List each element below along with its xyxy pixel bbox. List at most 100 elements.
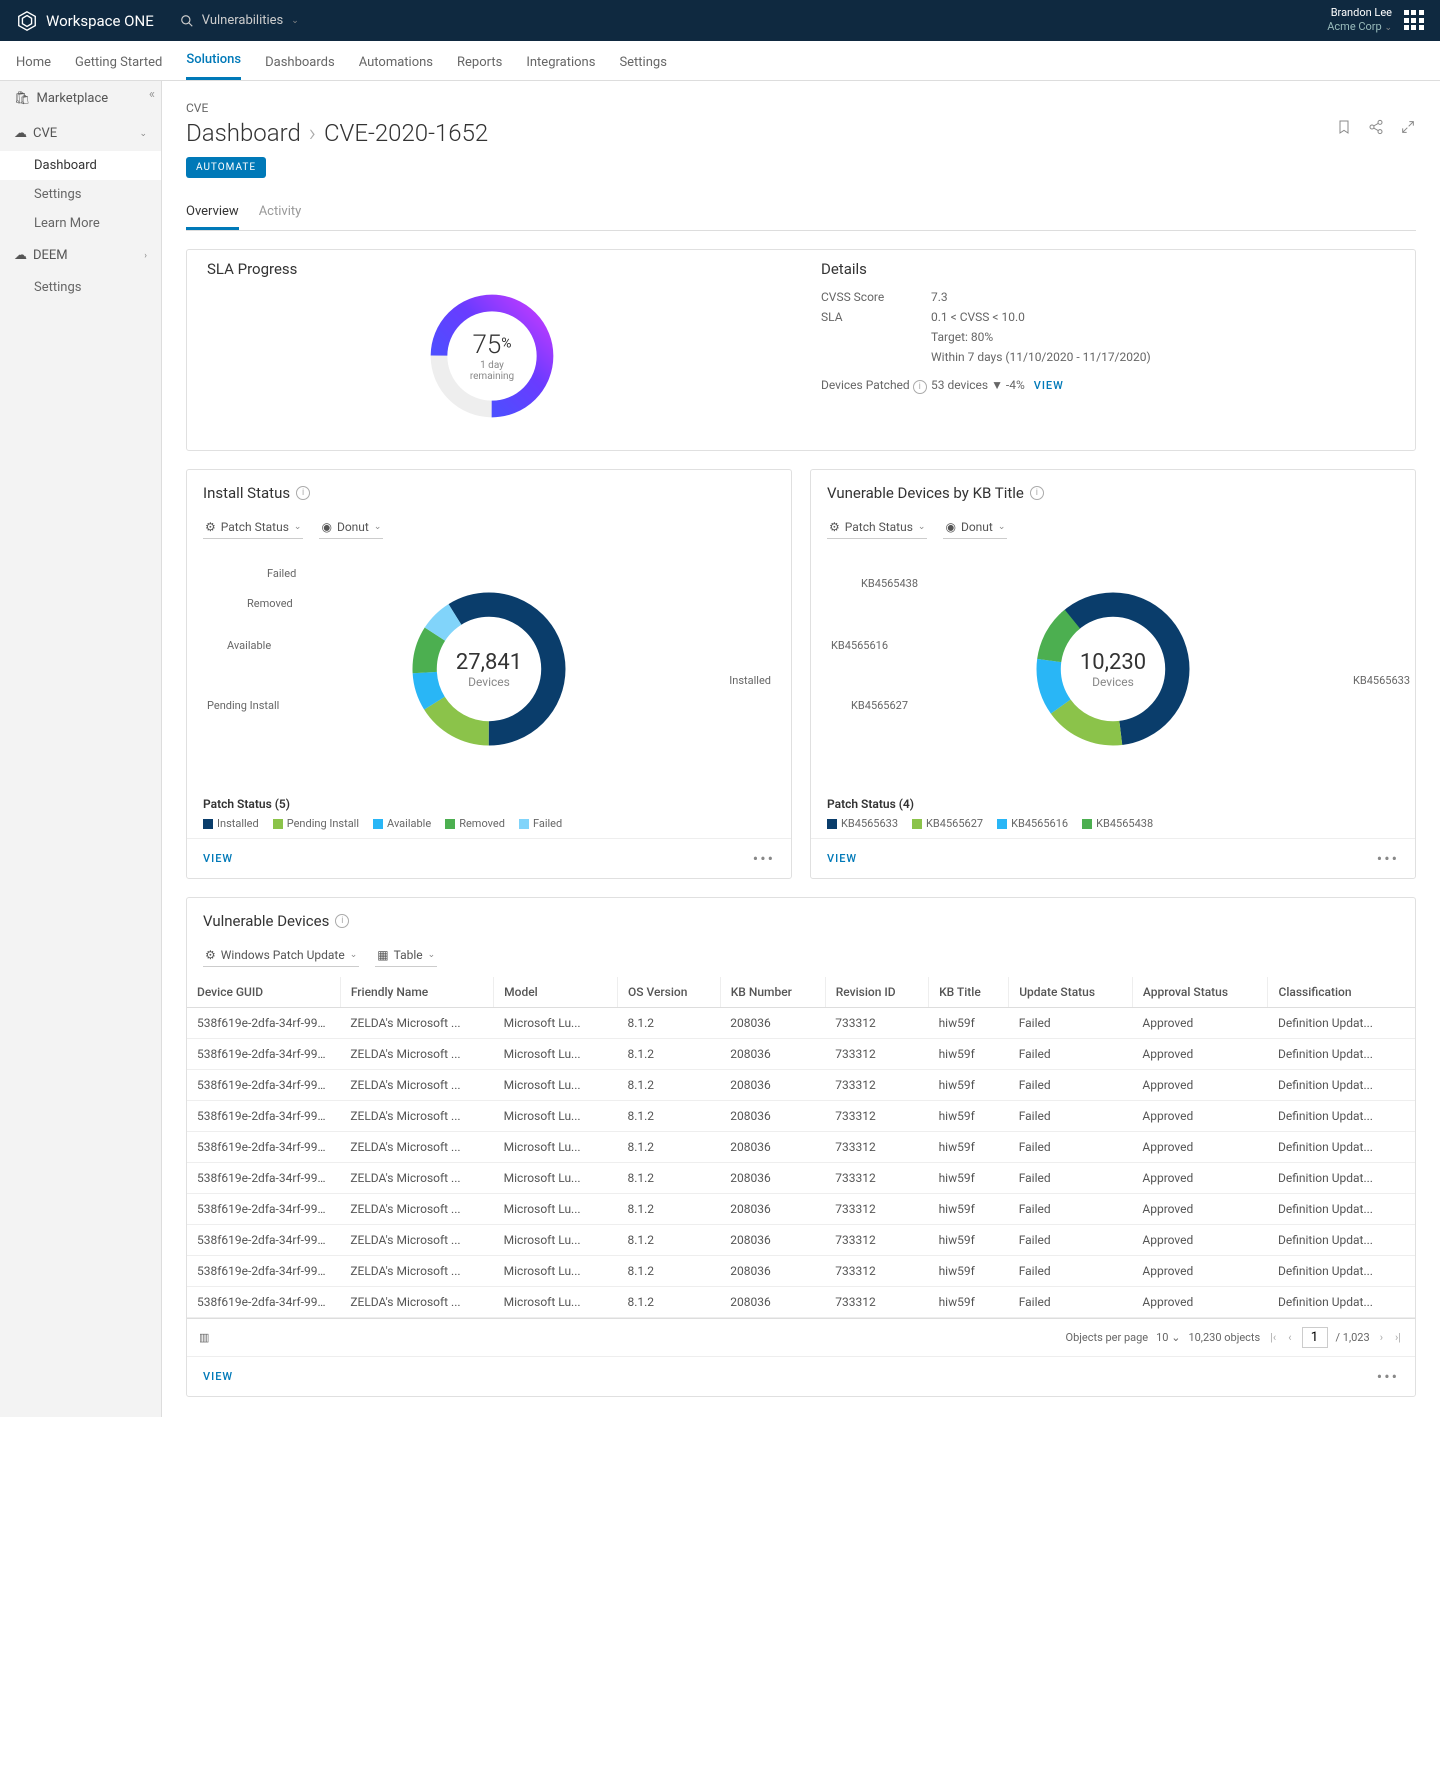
filter-patch-status[interactable]: ⚙Patch Status⌄ <box>203 516 303 539</box>
info-icon[interactable]: i <box>335 914 349 928</box>
col-header[interactable]: KB Number <box>720 977 825 1008</box>
info-icon[interactable]: i <box>1030 486 1044 500</box>
info-icon[interactable]: i <box>296 486 310 500</box>
tab-getting-started[interactable]: Getting Started <box>75 55 162 80</box>
table-cell: hiw59f <box>929 1225 1009 1256</box>
tab-reports[interactable]: Reports <box>457 55 502 80</box>
table-cell: 733312 <box>825 1163 928 1194</box>
table-cell: 8.1.2 <box>617 1194 720 1225</box>
donut-center-label: Devices <box>1080 675 1146 689</box>
table-cell: Approved <box>1132 1256 1268 1287</box>
search-dropdown[interactable]: Vulnerabilities ⌄ <box>170 9 309 32</box>
sidebar-sub-learn-more[interactable]: Learn More <box>0 209 161 238</box>
table-cell: Approved <box>1132 1194 1268 1225</box>
sidebar-item-deem[interactable]: ☁DEEM › <box>0 238 161 273</box>
view-link[interactable]: VIEW <box>203 1370 233 1383</box>
automate-button[interactable]: AUTOMATE <box>186 157 266 178</box>
table-cell: Definition Updat... <box>1268 1194 1415 1225</box>
vuln-kb-panel: Vunerable Devices by KB Title i ⚙Patch S… <box>810 469 1416 879</box>
sidebar-item-marketplace[interactable]: 🛍Marketplace <box>0 81 161 116</box>
table-row[interactable]: 538f619e-2dfa-34rf-993c-22...ZELDA's Mic… <box>187 1163 1415 1194</box>
tab-automations[interactable]: Automations <box>359 55 433 80</box>
filter-label: Donut <box>337 520 369 534</box>
table-cell: 538f619e-2dfa-34rf-993c-22... <box>187 1287 340 1318</box>
tab-dashboards[interactable]: Dashboards <box>265 55 335 80</box>
sla-percent-unit: % <box>501 336 511 352</box>
kv-key <box>821 350 931 364</box>
table-row[interactable]: 538f619e-2dfa-34rf-993c-22...ZELDA's Mic… <box>187 1194 1415 1225</box>
table-cell: Microsoft Lu... <box>494 1070 618 1101</box>
table-row[interactable]: 538f619e-2dfa-34rf-993c-22...ZELDA's Mic… <box>187 1132 1415 1163</box>
table-row[interactable]: 538f619e-2dfa-34rf-993c-22...ZELDA's Mic… <box>187 1070 1415 1101</box>
tab-home[interactable]: Home <box>16 55 51 80</box>
table-cell: Microsoft Lu... <box>494 1287 618 1318</box>
sidebar-item-cve[interactable]: ☁CVE ⌄ <box>0 116 161 151</box>
column-toggle-icon[interactable]: ▥ <box>199 1331 209 1344</box>
kv-key: SLA <box>821 310 931 324</box>
view-link[interactable]: VIEW <box>1034 379 1064 392</box>
kv-value: Within 7 days (11/10/2020 - 11/17/2020) <box>931 350 1399 364</box>
donut-icon: ◉ <box>945 520 955 534</box>
table-cell: 8.1.2 <box>617 1256 720 1287</box>
table-cell: 733312 <box>825 1008 928 1039</box>
table-row[interactable]: 538f619e-2dfa-34rf-993c-22...ZELDA's Mic… <box>187 1008 1415 1039</box>
legend-item: KB4565633 <box>827 817 898 830</box>
filter-chart-type[interactable]: ◉Donut⌄ <box>943 516 1007 539</box>
sidebar-collapse-icon[interactable]: « <box>149 87 155 102</box>
page-next-icon[interactable]: › <box>1378 1331 1385 1344</box>
table-cell: 538f619e-2dfa-34rf-993c-22... <box>187 1008 340 1039</box>
col-header[interactable]: OS Version <box>617 977 720 1008</box>
more-icon[interactable]: ••• <box>1377 1367 1399 1386</box>
table-row[interactable]: 538f619e-2dfa-34rf-993c-22...ZELDA's Mic… <box>187 1039 1415 1070</box>
legend-title: Patch Status (4) <box>827 797 1399 811</box>
more-icon[interactable]: ••• <box>753 849 775 868</box>
table-cell: Microsoft Lu... <box>494 1132 618 1163</box>
user-menu[interactable]: Brandon Lee Acme Corp ⌄ <box>1327 6 1392 35</box>
col-header[interactable]: Classification <box>1268 977 1415 1008</box>
seg-label: KB4565438 <box>861 577 918 590</box>
sidebar-sub-settings[interactable]: Settings <box>0 273 161 302</box>
total-objects: 10,230 objects <box>1188 1331 1260 1344</box>
breadcrumb-root[interactable]: Dashboard <box>186 119 301 147</box>
col-header[interactable]: Device GUID <box>187 977 340 1008</box>
info-icon[interactable]: i <box>913 380 927 394</box>
sidebar-sub-dashboard[interactable]: Dashboard <box>0 151 161 180</box>
tab-settings[interactable]: Settings <box>619 55 666 80</box>
col-header[interactable]: Update Status <box>1009 977 1133 1008</box>
filter-patch-status[interactable]: ⚙Patch Status⌄ <box>827 516 927 539</box>
legend-item: KB4565438 <box>1082 817 1153 830</box>
filter-view-type[interactable]: ▦Table⌄ <box>375 944 437 967</box>
table-cell: Failed <box>1009 1163 1133 1194</box>
page-first-icon[interactable]: |‹ <box>1268 1331 1278 1344</box>
col-header[interactable]: KB Title <box>929 977 1009 1008</box>
expand-icon[interactable] <box>1400 119 1416 135</box>
table-row[interactable]: 538f619e-2dfa-34rf-993c-22...ZELDA's Mic… <box>187 1256 1415 1287</box>
table-row[interactable]: 538f619e-2dfa-34rf-993c-22...ZELDA's Mic… <box>187 1101 1415 1132</box>
panel-title: Install Status <box>203 484 290 502</box>
apps-grid-icon[interactable] <box>1404 10 1424 30</box>
filter-chart-type[interactable]: ◉Donut⌄ <box>319 516 383 539</box>
page-prev-icon[interactable]: ‹ <box>1286 1331 1293 1344</box>
more-icon[interactable]: ••• <box>1377 849 1399 868</box>
bookmark-icon[interactable] <box>1336 119 1352 135</box>
subtab-activity[interactable]: Activity <box>259 198 302 230</box>
col-header[interactable]: Approval Status <box>1132 977 1268 1008</box>
share-icon[interactable] <box>1368 119 1384 135</box>
view-link[interactable]: VIEW <box>203 852 233 865</box>
page-last-icon[interactable]: ›| <box>1393 1331 1403 1344</box>
per-page-select[interactable]: 10 ⌄ <box>1156 1331 1180 1344</box>
col-header[interactable]: Friendly Name <box>340 977 493 1008</box>
tab-integrations[interactable]: Integrations <box>526 55 595 80</box>
table-cell: 8.1.2 <box>617 1132 720 1163</box>
tab-solutions[interactable]: Solutions <box>186 52 241 80</box>
view-link[interactable]: VIEW <box>827 852 857 865</box>
page-input[interactable] <box>1302 1327 1328 1348</box>
col-header[interactable]: Model <box>494 977 618 1008</box>
table-row[interactable]: 538f619e-2dfa-34rf-993c-22...ZELDA's Mic… <box>187 1225 1415 1256</box>
table-row[interactable]: 538f619e-2dfa-34rf-993c-22...ZELDA's Mic… <box>187 1287 1415 1318</box>
col-header[interactable]: Revision ID <box>825 977 928 1008</box>
filter-patch-update[interactable]: ⚙Windows Patch Update⌄ <box>203 944 359 967</box>
subtab-overview[interactable]: Overview <box>186 198 239 230</box>
sidebar-sub-settings[interactable]: Settings <box>0 180 161 209</box>
brand-logo[interactable]: Workspace ONE <box>16 10 154 32</box>
